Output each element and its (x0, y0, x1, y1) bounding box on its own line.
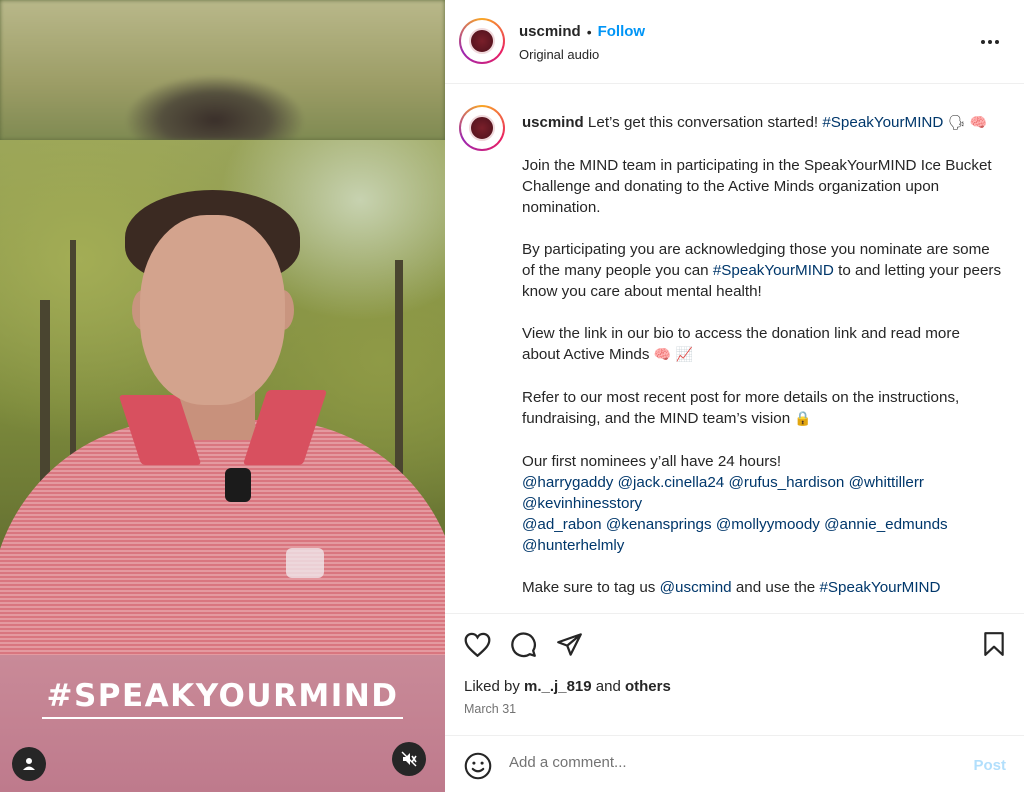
mention-link[interactable]: @hunterhelmly (522, 537, 624, 554)
save-button[interactable] (979, 629, 1009, 659)
caption-username[interactable]: uscmind (522, 114, 584, 131)
mention-link[interactable]: @ad_rabon (522, 516, 602, 533)
comment-button[interactable] (508, 629, 538, 659)
hashtag-link[interactable]: #SpeakYourMIND (819, 579, 940, 596)
audio-label[interactable]: Original audio (519, 47, 599, 62)
post-details-panel: uscmind • Follow Original audio uscmind … (445, 0, 1024, 792)
post-comment-button[interactable]: Post (973, 757, 1006, 774)
intro-emojis: 🗣 🧠 (947, 115, 988, 131)
mention-link[interactable]: @whittillerr (849, 474, 924, 491)
likes-summary: Liked by m._.j_819 and others (464, 678, 671, 695)
video-blur-background (0, 0, 445, 140)
mention-link[interactable]: @rufus_hardison (728, 474, 844, 491)
overlay-band (0, 655, 445, 792)
caption-text: uscmind Let’s get this conversation star… (522, 112, 1002, 613)
hashtag-link[interactable]: #SpeakYourMIND (822, 114, 943, 131)
comment-input[interactable] (509, 754, 949, 771)
like-button[interactable] (462, 629, 492, 659)
caption-area: uscmind Let’s get this conversation star… (445, 85, 1024, 613)
mention-link[interactable]: @kenansprings (606, 516, 712, 533)
header-username[interactable]: uscmind (519, 23, 581, 40)
mention-link[interactable]: @kevinhinesstory (522, 495, 642, 512)
mention-link[interactable]: @annie_edmunds (824, 516, 948, 533)
heart-icon (464, 632, 490, 657)
smiley-icon (464, 752, 492, 780)
post-date[interactable]: March 31 (464, 702, 516, 716)
emoji-picker-button[interactable] (464, 752, 492, 780)
likes-and: and (595, 678, 621, 695)
more-options-button[interactable] (978, 30, 1002, 54)
caption-paragraph: Join the MIND team in participating in t… (522, 157, 992, 216)
speaker-muted-icon (401, 751, 417, 767)
hashtag-link[interactable]: #SpeakYourMIND (713, 262, 834, 279)
mute-button[interactable] (392, 742, 426, 776)
liker-username[interactable]: m._.j_819 (524, 678, 592, 695)
mention-link[interactable]: @uscmind (660, 579, 732, 596)
tagged-users-button[interactable] (12, 747, 46, 781)
caption-paragraph-part: Refer to our most recent post for more d… (522, 389, 960, 427)
action-bar (445, 613, 1024, 673)
avatar[interactable] (459, 105, 505, 151)
caption-paragraph-part: Our first nominees y’all have 24 hours! (522, 453, 782, 470)
caption-intro: Let’s get this conversation started! (587, 114, 819, 131)
share-button[interactable] (554, 629, 584, 659)
person-face (140, 215, 285, 405)
person-icon (23, 758, 35, 770)
follow-button[interactable]: Follow (598, 23, 646, 40)
bookmark-icon (984, 632, 1004, 656)
likes-others-link[interactable]: others (625, 678, 671, 695)
comment-bar: Post (445, 735, 1024, 792)
lapel-microphone (225, 468, 251, 502)
separator-dot: • (586, 23, 592, 40)
brain-chart-emojis: 🧠 📈 (653, 347, 694, 363)
video-overlay-hashtag: #SPEAKYOURMIND (0, 678, 445, 719)
mention-link[interactable]: @mollyymoody (716, 516, 820, 533)
caption-paragraph-part: and use the (735, 579, 816, 596)
post-video[interactable]: #SPEAKYOURMIND (0, 0, 445, 792)
shirt-logo (286, 548, 324, 578)
comment-icon (510, 631, 536, 657)
avatar[interactable] (459, 18, 505, 64)
mention-link[interactable]: @harrygaddy (522, 474, 613, 491)
lock-emoji: 🔒 (794, 411, 812, 427)
caption-paragraph-part: View the link in our bio to access the d… (522, 325, 960, 363)
ellipsis-icon (981, 40, 999, 44)
person-shirt (0, 420, 445, 680)
likes-prefix: Liked by (464, 678, 520, 695)
overlay-text: #SPEAKYOURMIND (42, 678, 403, 719)
share-icon (556, 632, 582, 656)
mention-link[interactable]: @jack.cinella24 (618, 474, 725, 491)
post-header: uscmind • Follow Original audio (445, 0, 1024, 84)
caption-paragraph-part: Make sure to tag us (522, 579, 656, 596)
